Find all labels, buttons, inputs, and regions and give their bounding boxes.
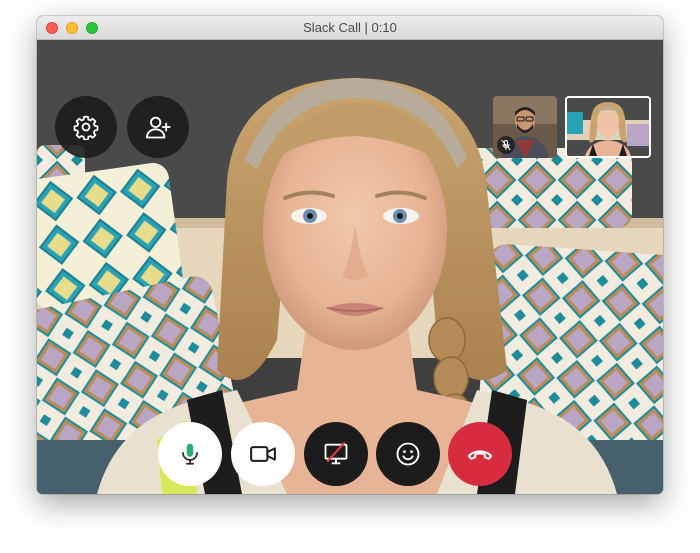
gear-icon	[73, 115, 99, 140]
screen-share-button[interactable]	[304, 422, 368, 486]
microphone-button[interactable]	[158, 422, 222, 486]
smiley-icon	[396, 442, 420, 466]
call-window: Slack Call | 0:10	[37, 16, 663, 494]
main-video	[37, 40, 663, 494]
add-person-button[interactable]	[127, 96, 189, 158]
participant-thumbnail-woman[interactable]	[565, 96, 651, 158]
reactions-button[interactable]	[376, 422, 440, 486]
participant-thumbnail-man[interactable]	[493, 96, 557, 158]
mic-muted-icon	[501, 140, 511, 150]
muted-indicator	[497, 136, 515, 154]
camera-button[interactable]	[231, 422, 295, 486]
participant-video-woman	[567, 98, 649, 156]
window-title: Slack Call | 0:10	[303, 20, 397, 35]
settings-button[interactable]	[55, 96, 117, 158]
screen-share-off-icon	[324, 441, 348, 465]
video-camera-icon	[250, 446, 276, 462]
hang-up-icon	[467, 450, 493, 460]
add-person-icon	[145, 116, 171, 139]
title-bar[interactable]: Slack Call | 0:10	[37, 16, 663, 40]
hang-up-button[interactable]	[448, 422, 512, 486]
microphone-icon	[182, 443, 198, 465]
